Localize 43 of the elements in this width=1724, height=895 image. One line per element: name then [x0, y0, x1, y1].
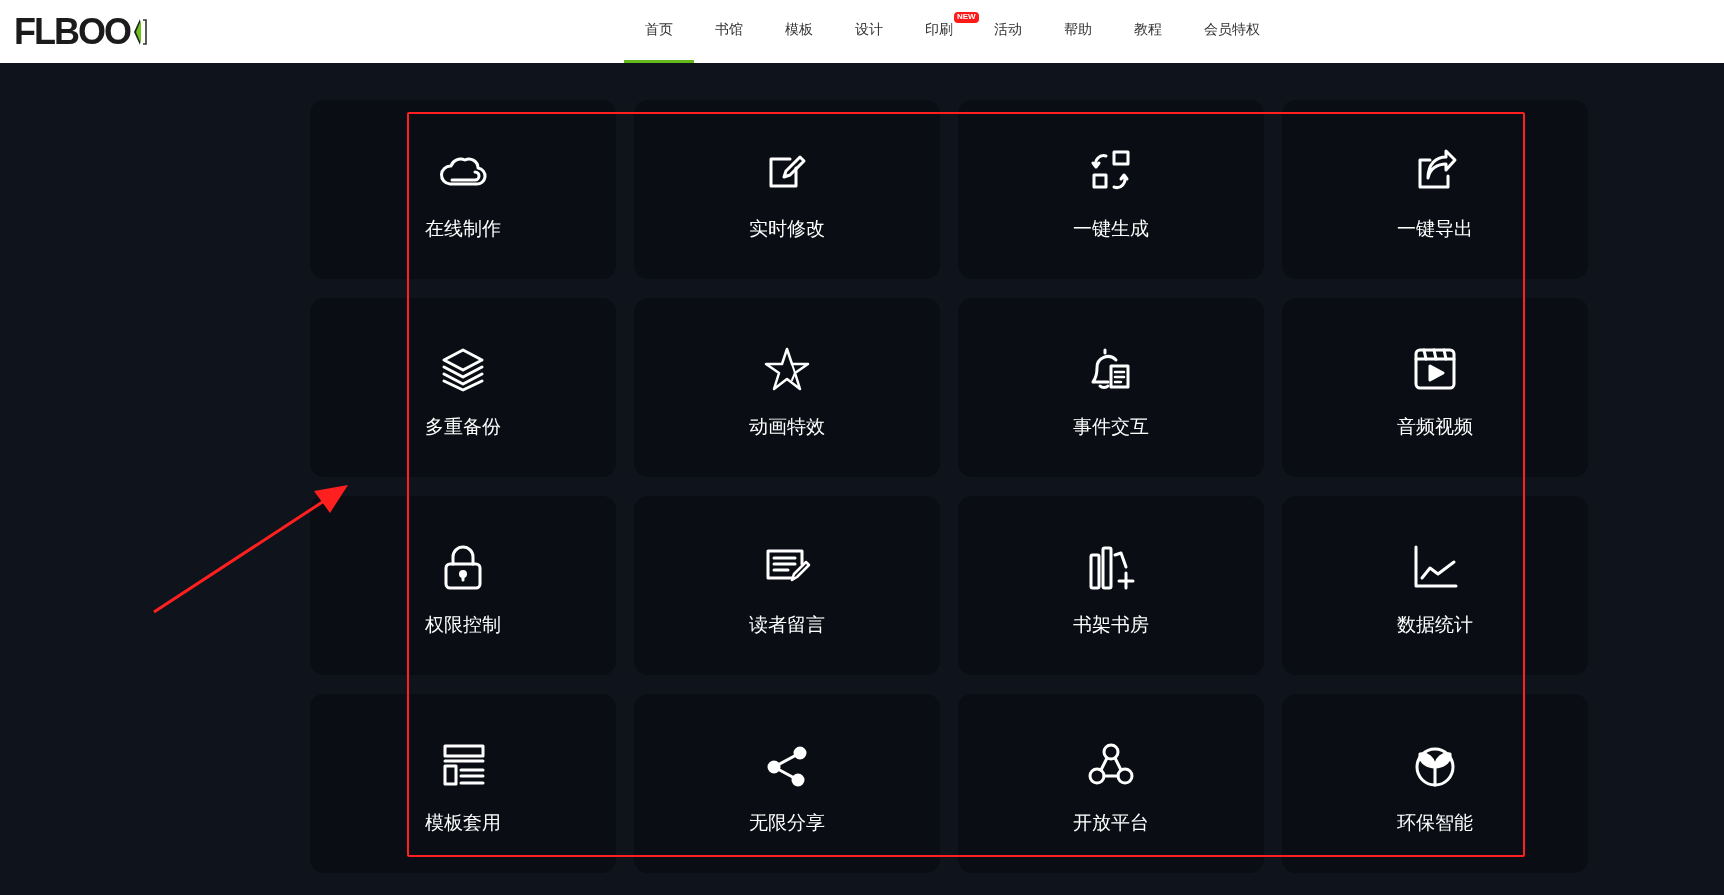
feature-label: 权限控制	[425, 613, 501, 637]
feature-card[interactable]: 权限控制	[310, 496, 616, 675]
logo-mark-icon	[132, 16, 148, 47]
feature-card[interactable]: 环保智能	[1282, 694, 1588, 873]
feature-card[interactable]: 动画特效	[634, 298, 940, 477]
feature-card[interactable]: 一键导出	[1282, 100, 1588, 279]
feature-label: 开放平台	[1073, 811, 1149, 835]
feature-label: 书架书房	[1073, 613, 1149, 637]
feature-card[interactable]: 书架书房	[958, 496, 1264, 675]
feature-label: 在线制作	[425, 217, 501, 241]
feature-card[interactable]: 数据统计	[1282, 496, 1588, 675]
nav-tab[interactable]: 书馆	[694, 0, 764, 63]
feature-label: 一键导出	[1397, 217, 1473, 241]
nav-tab[interactable]: 帮助	[1042, 0, 1113, 63]
feature-card[interactable]: 多重备份	[310, 298, 616, 477]
feature-label: 实时修改	[749, 217, 825, 241]
logo-text: FLBOO	[14, 13, 130, 50]
feature-label: 数据统计	[1397, 613, 1473, 637]
feature-card[interactable]: 实时修改	[634, 100, 940, 279]
feature-label: 事件交互	[1073, 415, 1149, 439]
feature-label: 一键生成	[1073, 217, 1149, 241]
nav-tab[interactable]: 首页	[624, 0, 694, 63]
feature-card[interactable]: 音频视频	[1282, 298, 1588, 477]
feature-card[interactable]: 事件交互	[958, 298, 1264, 477]
nav-tab[interactable]: 印刷 NEW	[904, 0, 979, 63]
nav-tab[interactable]: 设计	[834, 0, 904, 63]
feature-label: 模板套用	[425, 811, 501, 835]
feature-label: 多重备份	[425, 415, 501, 439]
feature-label: 无限分享	[749, 811, 825, 835]
feature-card[interactable]: 无限分享	[634, 694, 940, 873]
new-badge: NEW	[954, 12, 979, 23]
feature-label: 动画特效	[749, 415, 825, 439]
feature-card[interactable]: 在线制作	[310, 100, 616, 279]
feature-card[interactable]: 读者留言	[634, 496, 940, 675]
nav-tab[interactable]: 会员特权	[1182, 0, 1281, 63]
feature-card[interactable]: 模板套用	[310, 694, 616, 873]
nav-tab[interactable]: 教程	[1112, 0, 1183, 63]
feature-label: 读者留言	[749, 613, 825, 637]
nav-tab[interactable]: 模板	[764, 0, 834, 63]
feature-label: 音频视频	[1397, 415, 1473, 439]
feature-card[interactable]: 开放平台	[958, 694, 1264, 873]
feature-card[interactable]: 一键生成	[958, 100, 1264, 279]
feature-label: 环保智能	[1397, 811, 1473, 835]
